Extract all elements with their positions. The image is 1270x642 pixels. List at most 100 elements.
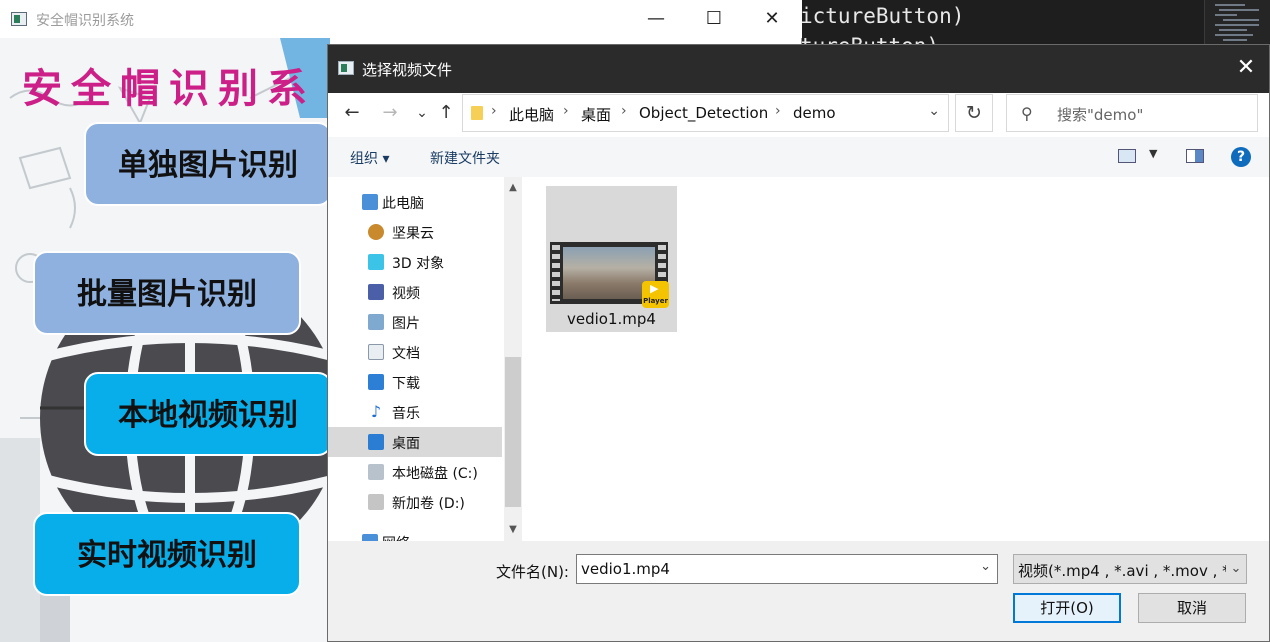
minimap[interactable]: [1204, 0, 1270, 48]
chevron-down-icon[interactable]: ⌄: [928, 103, 940, 119]
file-open-dialog: 选择视频文件 ✕ ← → ⌄ ↑ › 此电脑 › 桌面 › Object_Det…: [327, 44, 1270, 642]
app-titlebar: 安全帽识别系统 — ☐ ✕: [0, 0, 802, 38]
maximize-button[interactable]: ☐: [685, 0, 743, 38]
navigation-bar: ← → ⌄ ↑ › 此电脑 › 桌面 › Object_Detection › …: [328, 93, 1269, 133]
nav-item-label: 音乐: [392, 406, 420, 422]
app-heading: 安全帽识别系: [22, 66, 316, 112]
up-button[interactable]: ↑: [434, 101, 458, 125]
nut-cloud-icon: [368, 224, 384, 240]
address-bar[interactable]: › 此电脑 › 桌面 › Object_Detection › demo ⌄: [462, 94, 949, 132]
drive-c-icon: [368, 464, 384, 480]
open-button[interactable]: 打开(O): [1013, 593, 1121, 623]
search-input[interactable]: ⚲ 搜索"demo": [1006, 94, 1258, 132]
nav-item-drive-c[interactable]: 本地磁盘 (C:): [328, 457, 502, 487]
folder-icon: [471, 106, 483, 120]
file-list: Player vedio1.mp4: [524, 177, 1269, 541]
dialog-footer: 文件名(N): vedio1.mp4 ⌄ 视频(*.mp4 , *.avi , …: [328, 541, 1269, 641]
computer-icon: [362, 194, 378, 210]
filename-label: 文件名(N):: [496, 563, 569, 581]
chevron-right-icon: ›: [775, 103, 781, 119]
documents-icon: [368, 344, 384, 360]
app-window-icon: [11, 12, 27, 26]
code-line: tureButton): [800, 34, 939, 44]
screen: ictureButton) tureButton) 安全帽识别系统 — ☐ ✕: [0, 0, 1270, 642]
music-icon: ♪: [368, 404, 384, 420]
nav-item-label: 文档: [392, 346, 420, 362]
nav-item-label: 本地磁盘 (C:): [392, 466, 478, 482]
nav-item-label: 此电脑: [382, 196, 424, 212]
search-placeholder: 搜索"demo": [1057, 106, 1144, 124]
filetype-select[interactable]: 视频(*.mp4 , *.avi , *.mov , *.flv) ⌄: [1013, 554, 1247, 584]
realtime-video-recognition-button[interactable]: 实时视频识别: [33, 512, 301, 596]
refresh-button[interactable]: ↻: [955, 94, 993, 132]
batch-image-recognition-button[interactable]: 批量图片识别: [33, 251, 301, 335]
view-options-icon[interactable]: [1118, 149, 1136, 163]
nav-item-3d-objects[interactable]: 3D 对象: [328, 247, 502, 277]
chevron-right-icon: ›: [491, 103, 497, 119]
nav-item-label: 新加卷 (D:): [392, 496, 465, 512]
breadcrumb-object-detection[interactable]: Object_Detection: [639, 104, 768, 122]
dialog-title: 选择视频文件: [362, 61, 453, 79]
filetype-value: 视频(*.mp4 , *.avi , *.mov , *.flv): [1018, 562, 1247, 580]
chevron-right-icon: ›: [621, 103, 627, 119]
forward-button[interactable]: →: [378, 101, 402, 125]
file-name: vedio1.mp4: [567, 310, 656, 328]
breadcrumb-this-pc[interactable]: 此电脑: [509, 104, 554, 125]
nav-item-downloads[interactable]: 下载: [328, 367, 502, 397]
dialog-close-button[interactable]: ✕: [1223, 45, 1269, 93]
nav-item-network[interactable]: 网络: [328, 527, 502, 541]
nav-item-this-pc[interactable]: 此电脑: [328, 187, 502, 217]
help-icon[interactable]: ?: [1231, 147, 1251, 167]
scroll-up-icon[interactable]: ▲: [504, 179, 522, 197]
network-icon: [362, 534, 378, 541]
preview-pane-icon[interactable]: [1186, 149, 1204, 163]
breadcrumb-demo[interactable]: demo: [793, 104, 836, 122]
nav-item-pictures[interactable]: 图片: [328, 307, 502, 337]
nav-item-label: 视频: [392, 286, 420, 302]
new-folder-button[interactable]: 新建文件夹: [430, 148, 500, 168]
app-title: 安全帽识别系统: [36, 13, 134, 29]
file-item[interactable]: Player vedio1.mp4: [546, 186, 677, 332]
player-badge-icon: Player: [642, 269, 669, 309]
nav-pane-scrollbar[interactable]: ▲ ▼: [504, 177, 522, 541]
nav-item-music[interactable]: ♪ 音乐: [328, 397, 502, 427]
recent-locations-dropdown[interactable]: ⌄: [410, 101, 434, 125]
chevron-down-icon[interactable]: ⌄: [980, 559, 991, 574]
chevron-right-icon: ›: [563, 103, 569, 119]
scrollbar-thumb[interactable]: [505, 357, 521, 507]
videos-icon: [368, 284, 384, 300]
nav-item-drive-d[interactable]: 新加卷 (D:): [328, 487, 502, 517]
minimize-button[interactable]: —: [627, 0, 685, 38]
nav-item-nut-cloud[interactable]: 坚果云: [328, 217, 502, 247]
nav-item-label: 下载: [392, 376, 420, 392]
downloads-icon: [368, 374, 384, 390]
nav-item-label: 3D 对象: [392, 256, 445, 272]
filename-field[interactable]: vedio1.mp4 ⌄: [576, 554, 998, 584]
desktop-icon: [368, 434, 384, 450]
view-dropdown-icon[interactable]: ▼: [1149, 147, 1157, 160]
organize-menu[interactable]: 组织 ▾: [350, 148, 389, 168]
navigation-pane: 此电脑 坚果云 3D 对象 视频 图片 文档 下载 ♪ 音乐 桌面 本地磁盘 (…: [328, 177, 523, 541]
scroll-down-icon[interactable]: ▼: [504, 521, 522, 539]
cancel-button[interactable]: 取消: [1138, 593, 1246, 623]
drive-d-icon: [368, 494, 384, 510]
command-bar: 组织 ▾ 新建文件夹 ▼ ?: [328, 137, 1269, 177]
3d-objects-icon: [368, 254, 384, 270]
back-button[interactable]: ←: [340, 101, 364, 125]
nav-item-label: 网络: [382, 533, 410, 541]
close-button[interactable]: ✕: [743, 0, 801, 38]
dialog-window-icon: [338, 61, 354, 75]
dialog-titlebar: 选择视频文件 ✕: [328, 45, 1269, 93]
nav-item-label: 图片: [392, 316, 420, 332]
nav-item-desktop[interactable]: 桌面: [328, 427, 502, 457]
nav-item-documents[interactable]: 文档: [328, 337, 502, 367]
filename-value: vedio1.mp4: [581, 560, 670, 578]
pictures-icon: [368, 314, 384, 330]
single-image-recognition-button[interactable]: 单独图片识别: [84, 122, 330, 206]
search-icon: ⚲: [1021, 104, 1033, 123]
chevron-down-icon[interactable]: ⌄: [1226, 555, 1246, 583]
nav-item-label: 坚果云: [392, 226, 434, 242]
breadcrumb-desktop[interactable]: 桌面: [581, 104, 611, 125]
nav-item-videos[interactable]: 视频: [328, 277, 502, 307]
local-video-recognition-button[interactable]: 本地视频识别: [84, 372, 330, 456]
